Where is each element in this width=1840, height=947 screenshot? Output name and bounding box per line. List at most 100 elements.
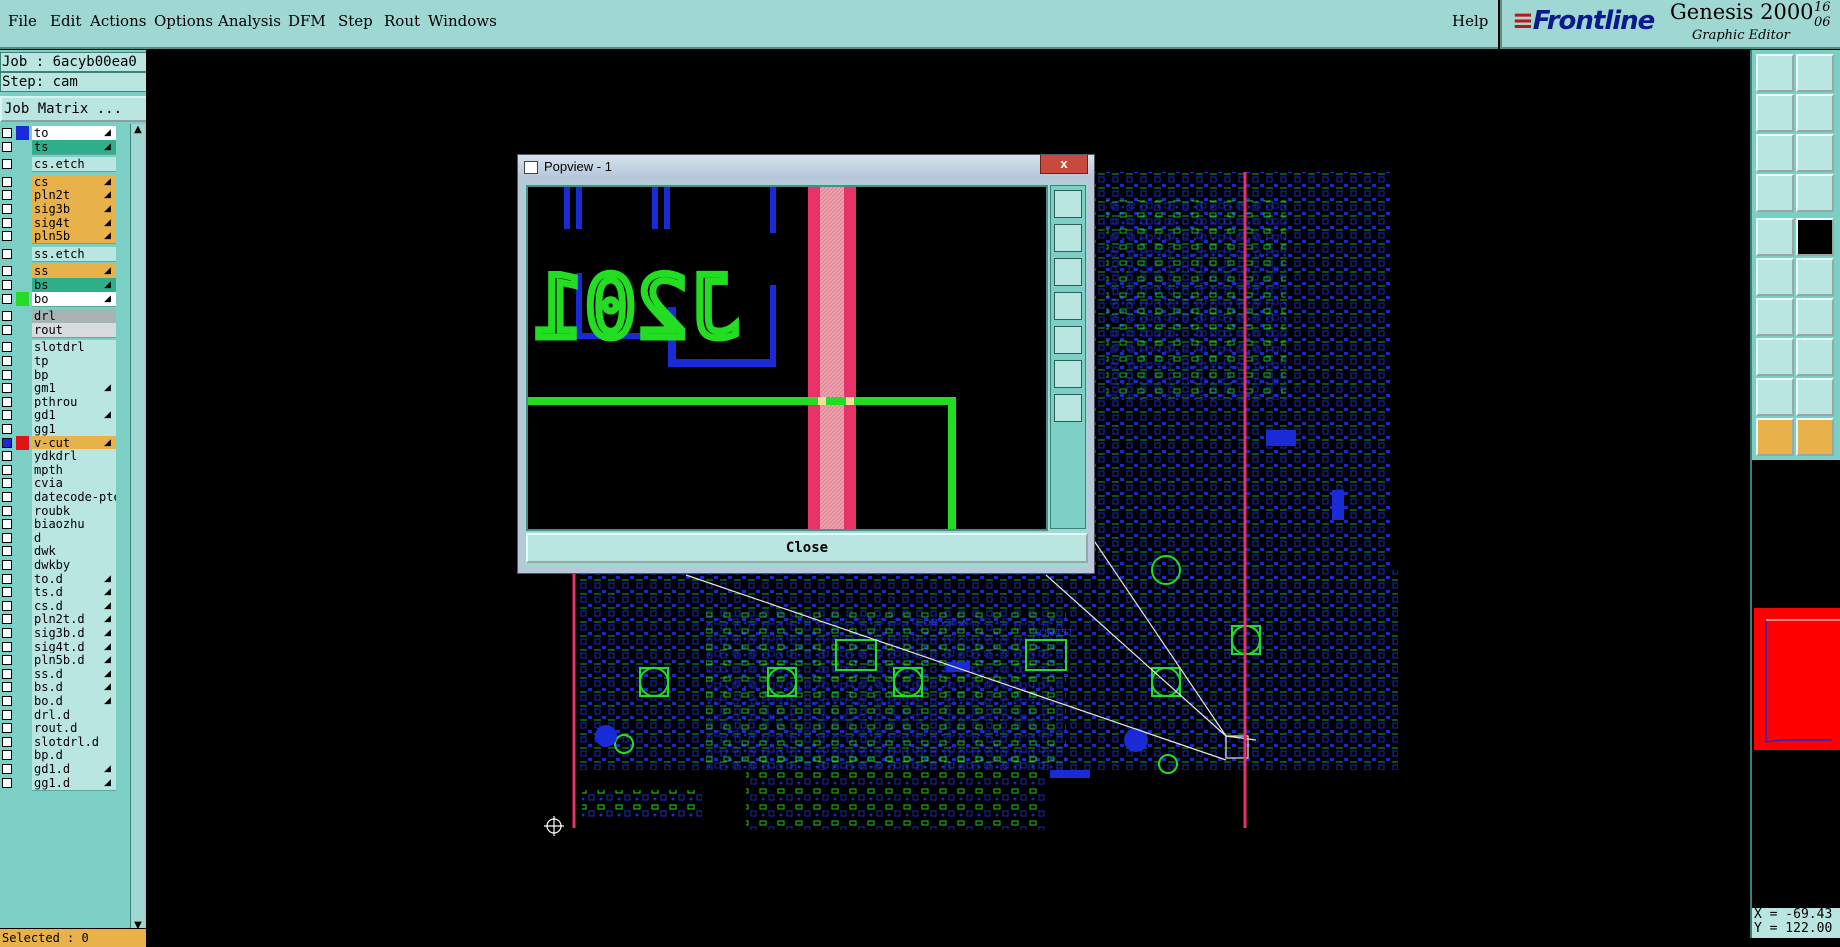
layer-row[interactable]: ts.d ◢ (0, 585, 128, 601)
layer-row[interactable]: gd1.d ◢ (0, 762, 128, 777)
layer-checkbox[interactable] (2, 532, 12, 543)
layer-row[interactable]: sig4t ◢ (0, 215, 128, 231)
layer-checkbox[interactable] (2, 342, 12, 353)
layer-checkbox[interactable] (2, 190, 12, 201)
grid-icon[interactable] (1796, 174, 1834, 212)
zoom-in-icon[interactable] (1054, 190, 1082, 218)
layer-options-icon[interactable]: ◢ (104, 175, 111, 189)
zoom-home-icon[interactable] (1054, 394, 1082, 422)
zoom-window-icon[interactable] (1796, 134, 1834, 172)
zoom-fit-icon[interactable] (1054, 360, 1082, 388)
layer-row[interactable]: ss.d ◢ (0, 666, 128, 682)
layer-options-icon[interactable]: ◢ (104, 216, 111, 230)
layer-options-icon[interactable]: ◢ (104, 653, 111, 667)
scroll-up-icon[interactable]: ▲ (132, 124, 144, 136)
layer-row[interactable]: sig4t.d ◢ (0, 639, 128, 655)
layer-row[interactable]: dwkby (0, 558, 128, 573)
layer-checkbox[interactable] (2, 231, 12, 242)
layer-row[interactable]: cvia (0, 476, 128, 492)
layer-row[interactable]: pln2t ◢ (0, 188, 128, 204)
layer-row[interactable]: ss.etch (0, 246, 128, 262)
popview-zoom-svg[interactable]: J201 (528, 187, 1046, 529)
layer-row[interactable]: gm1 ◢ (0, 381, 128, 397)
layer-checkbox[interactable] (2, 492, 12, 502)
popview-titlebar[interactable]: Popview - 1 x (518, 155, 1094, 179)
layer-options-icon[interactable]: ◢ (104, 599, 111, 613)
layer-checkbox[interactable] (2, 600, 12, 611)
popview-close-button[interactable]: Close (526, 533, 1088, 563)
layer-row[interactable]: sig3b ◢ (0, 202, 128, 217)
zoom-extents-icon[interactable] (1756, 134, 1794, 172)
layer-row[interactable]: bp.d (0, 748, 128, 764)
layer-checkbox[interactable] (2, 356, 12, 366)
layer-checkbox[interactable] (2, 128, 12, 138)
layer-checkbox[interactable] (2, 293, 12, 304)
layer-options-icon[interactable]: ◢ (104, 264, 111, 278)
layer-checkbox[interactable] (2, 614, 12, 625)
layer-checkbox[interactable] (2, 410, 12, 421)
layer-checkbox[interactable] (2, 437, 12, 448)
menu-edit[interactable]: Edit (50, 12, 81, 30)
layer-scrollbar[interactable]: ▲ ▼ (130, 124, 145, 932)
layer-checkbox[interactable] (2, 750, 12, 761)
layer-checkbox[interactable] (2, 324, 12, 335)
menu-analysis[interactable]: Analysis (218, 12, 281, 30)
menu-file[interactable]: File (8, 12, 37, 30)
layer-row[interactable]: pln5b ◢ (0, 229, 128, 245)
layer-options-icon[interactable]: ◢ (104, 140, 111, 154)
layer-options-icon[interactable]: ◢ (104, 188, 111, 202)
layer-color-swatch[interactable] (16, 126, 29, 140)
layer-color-swatch[interactable] (16, 435, 29, 450)
layer-options-icon[interactable]: ◢ (104, 762, 111, 776)
layer-options-icon[interactable]: ◢ (104, 381, 111, 395)
layer-row[interactable]: gd1 ◢ (0, 408, 128, 424)
triangle-icon[interactable] (1756, 378, 1794, 416)
triangle-outline-icon[interactable] (1796, 378, 1834, 416)
layer-checkbox[interactable] (2, 519, 12, 530)
layer-name[interactable]: ss.etch (32, 246, 116, 262)
layer-row[interactable]: v-cut ◢ (0, 435, 128, 451)
layer-checkbox[interactable] (2, 641, 12, 652)
pad-pair-icon[interactable] (1756, 338, 1794, 376)
layer-options-icon[interactable]: ◢ (104, 229, 111, 243)
menu-options[interactable]: Options (154, 12, 213, 30)
layer-row[interactable]: cs ◢ (0, 174, 128, 190)
layer-checkbox[interactable] (2, 628, 12, 638)
layer-options-icon[interactable]: ◢ (104, 126, 111, 140)
overview-svg[interactable] (1752, 460, 1840, 908)
connect-icon[interactable] (1756, 258, 1794, 296)
layer-checkbox[interactable] (2, 777, 12, 788)
layer-row[interactable]: sig3b.d ◢ (0, 626, 128, 641)
layer-checkbox[interactable] (2, 311, 12, 322)
layer-row[interactable]: bo.d ◢ (0, 694, 128, 709)
pan-down-icon[interactable] (1054, 258, 1082, 286)
layer-checkbox[interactable] (2, 248, 12, 259)
layer-row[interactable]: bs ◢ (0, 278, 128, 293)
pad-add-icon[interactable] (1756, 218, 1794, 256)
layer-checkbox[interactable] (2, 709, 12, 720)
layer-row[interactable]: rout.d (0, 721, 128, 737)
layer-options-icon[interactable]: ◢ (104, 408, 111, 422)
select-box-icon[interactable] (1796, 418, 1834, 456)
layer-row[interactable]: gg1 (0, 422, 128, 437)
line-add-icon[interactable] (1796, 218, 1834, 256)
layer-options-icon[interactable]: ◢ (104, 572, 111, 586)
job-matrix-button[interactable]: Job Matrix ... (0, 96, 150, 122)
layer-options-icon[interactable]: ◢ (104, 585, 111, 599)
layer-row[interactable]: mpth (0, 462, 128, 478)
layer-checkbox[interactable] (2, 573, 12, 584)
layer-checkbox[interactable] (2, 587, 12, 598)
layer-checkbox[interactable] (2, 383, 12, 394)
menu-step[interactable]: Step (338, 12, 373, 30)
minus-icon[interactable] (1796, 338, 1834, 376)
select-arrow-icon[interactable] (1756, 418, 1794, 456)
layer-row[interactable]: ts ◢ (0, 139, 128, 155)
layer-row[interactable]: ydkdrl (0, 449, 128, 465)
angle-line-icon[interactable] (1756, 298, 1794, 336)
layer-row[interactable]: bo ◢ (0, 291, 128, 307)
layer-row[interactable]: cs.d ◢ (0, 598, 128, 614)
layer-checkbox[interactable] (2, 764, 12, 774)
layer-checkbox[interactable] (2, 736, 12, 747)
layer-row[interactable]: gg1.d ◢ (0, 775, 128, 791)
layer-checkbox[interactable] (2, 723, 12, 734)
